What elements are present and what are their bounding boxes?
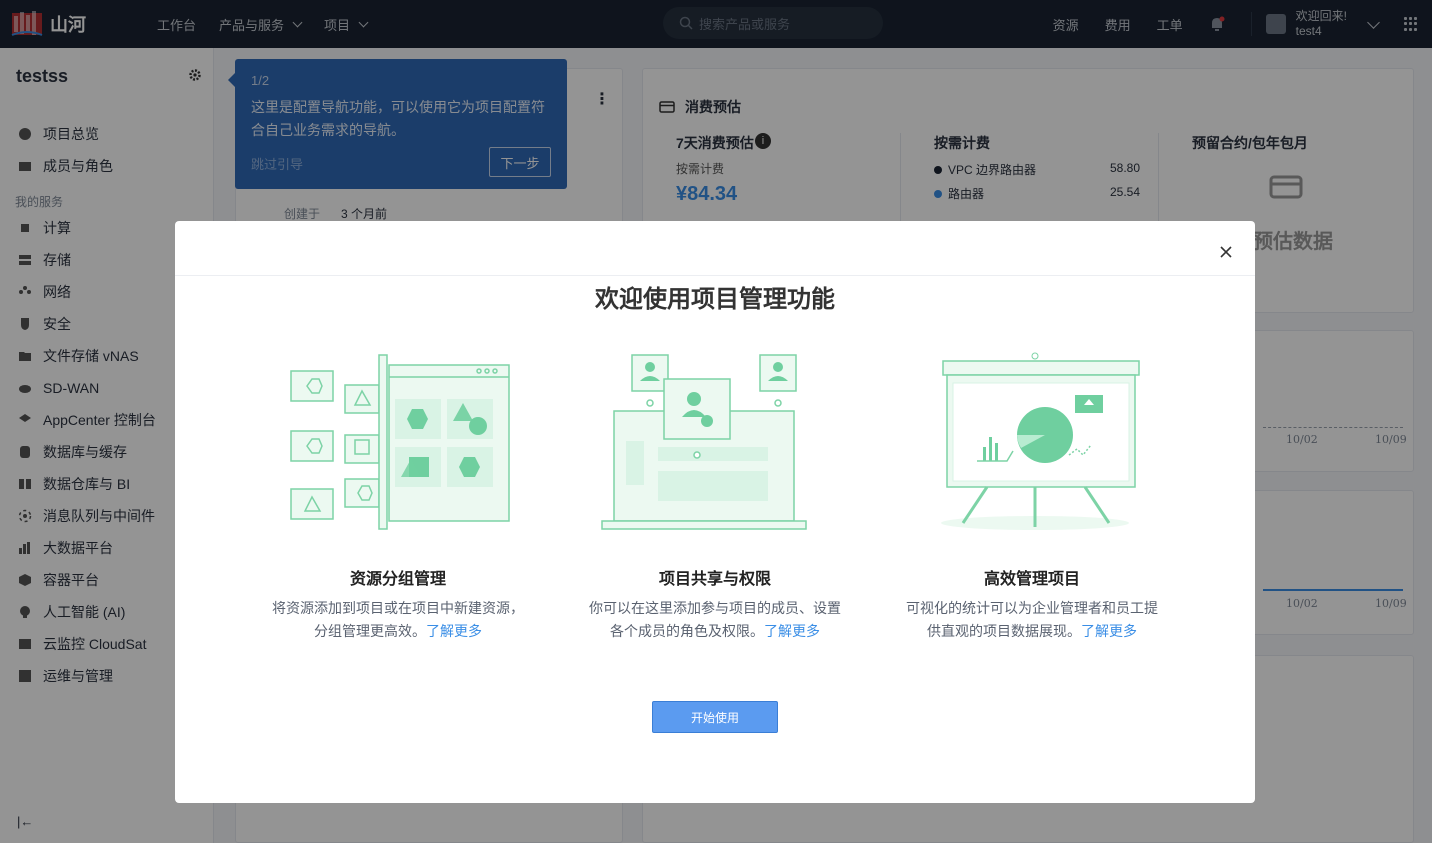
feature-title: 资源分组管理	[349, 571, 446, 588]
feature-desc: 可视化的统计可以为企业管理者和员工提 供直观的项目数据展现。了解更多	[882, 597, 1182, 643]
feature-desc-line: 将资源添加到项目或在项目中新建资源，	[272, 600, 524, 616]
feature-desc-line: 供直观的项目数据展现。了解更多	[882, 620, 1182, 643]
learn-more-link[interactable]: 了解更多	[1081, 623, 1137, 639]
feature-desc: 你可以在这里添加参与项目的成员、设置 各个成员的角色及权限。了解更多	[565, 597, 865, 643]
feature-title: 项目共享与权限	[658, 571, 771, 588]
feature-desc-line: 各个成员的角色及权限。了解更多	[565, 620, 865, 643]
welcome-modal: 欢迎使用项目管理功能 资源分组管理 将资源添加到项目或在项目中新建资源， 分组管…	[175, 221, 1255, 803]
start-button[interactable]: 开始使用	[652, 701, 778, 733]
feature-resource-group: 资源分组管理 将资源添加到项目或在项目中新建资源， 分组管理更高效。了解更多	[248, 351, 548, 643]
resource-group-illustration	[290, 354, 510, 530]
modal-title: 欢迎使用项目管理功能	[595, 286, 835, 313]
presentation-illustration	[941, 352, 1140, 530]
feature-efficient: 高效管理项目 可视化的统计可以为企业管理者和员工提 供直观的项目数据展现。了解更…	[882, 351, 1182, 643]
feature-desc-line: 可视化的统计可以为企业管理者和员工提	[906, 600, 1158, 616]
feature-sharing: 项目共享与权限 你可以在这里添加参与项目的成员、设置 各个成员的角色及权限。了解…	[565, 351, 865, 643]
learn-more-link[interactable]: 了解更多	[426, 623, 482, 639]
learn-more-link[interactable]: 了解更多	[764, 623, 820, 639]
feature-desc-line: 你可以在这里添加参与项目的成员、设置	[589, 600, 841, 616]
feature-desc-text: 各个成员的角色及权限。	[610, 623, 764, 639]
feature-desc: 将资源添加到项目或在项目中新建资源， 分组管理更高效。了解更多	[248, 597, 548, 643]
feature-desc-line: 分组管理更高效。了解更多	[248, 620, 548, 643]
feature-title: 高效管理项目	[983, 571, 1080, 588]
close-icon[interactable]	[1219, 245, 1233, 259]
modal-divider	[175, 275, 1255, 276]
feature-desc-text: 供直观的项目数据展现。	[927, 623, 1081, 639]
feature-desc-text: 分组管理更高效。	[314, 623, 426, 639]
sharing-illustration	[601, 354, 807, 530]
